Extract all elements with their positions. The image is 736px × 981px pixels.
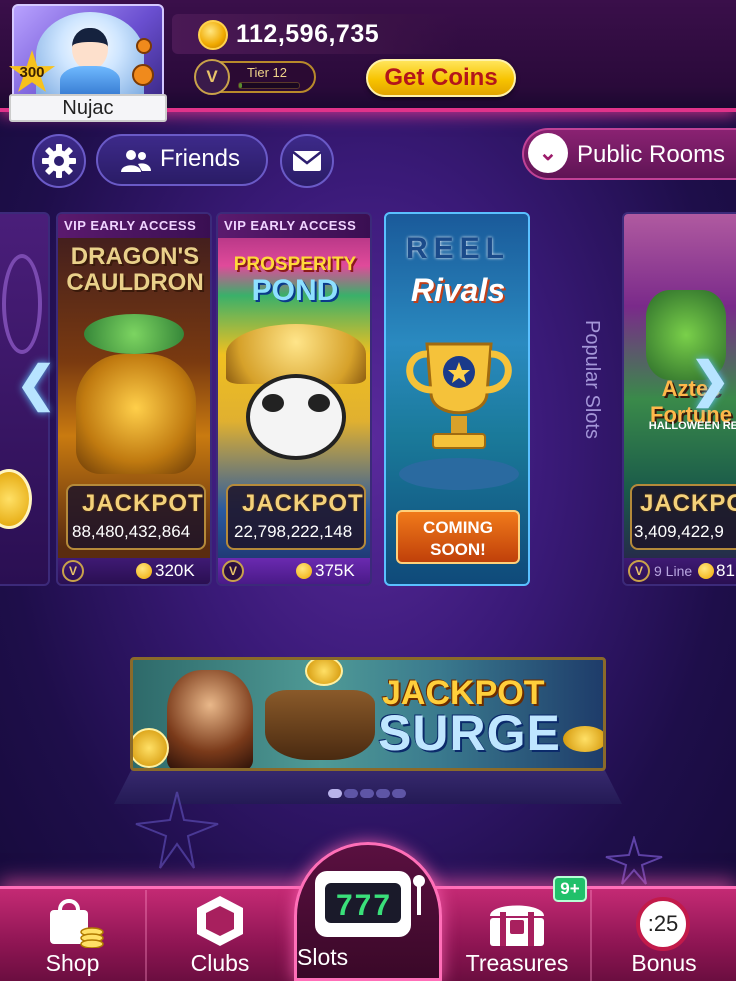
shipwreck-art <box>265 690 375 760</box>
vip-tier-progress-fill <box>239 83 242 88</box>
coin-icon <box>296 563 312 579</box>
clock-icon[interactable]: :25 <box>636 897 690 951</box>
vip-badge-icon: V <box>222 560 244 582</box>
game-title-line2: POND <box>251 274 339 307</box>
nav-clubs[interactable]: Clubs <box>147 886 293 981</box>
coin-icon <box>698 563 714 579</box>
game-card[interactable]: VIP EARLY ACCESS DRAGON'S CAULDRON JACKP… <box>56 212 212 586</box>
jackpot-amount: 88,480,432,864 <box>72 522 191 541</box>
panda-eye-art <box>308 394 330 412</box>
game-card[interactable]: VIP EARLY ACCESS PROSPERITY POND JACKPOT… <box>216 212 372 586</box>
coin-icon <box>198 20 228 50</box>
nav-slots-label: Slots <box>297 944 349 970</box>
banner-pagination[interactable] <box>328 785 408 803</box>
vip-badge-icon: V <box>628 560 650 582</box>
get-coins-button[interactable]: Get Coins <box>366 59 516 97</box>
card-art <box>2 254 42 354</box>
coming-soon-line2: SOON! <box>430 540 486 559</box>
hexagon-icon <box>197 896 243 946</box>
jackpot-label: JACKPOT <box>82 490 204 517</box>
vip-early-access-ribbon: VIP EARLY ACCESS <box>218 214 370 238</box>
pirate-captain-art <box>167 670 253 768</box>
gear-icon <box>42 144 76 178</box>
min-bet: 320K <box>155 561 195 580</box>
game-title-line1: REEL <box>405 232 510 265</box>
slot-reels-text: 777 <box>335 889 393 922</box>
game-subtitle: HALLOWEEN REM <box>648 420 736 432</box>
cauldron-gems-art <box>84 314 184 354</box>
jackpot-label: JACKPOT <box>242 490 364 517</box>
friends-icon <box>121 150 151 172</box>
card-footer: V 375K <box>218 558 370 584</box>
banner-title-line2: SURGE <box>378 705 561 761</box>
jackpot-amount: 22,798,222,148 <box>234 522 353 541</box>
game-title-line2: Rivals <box>410 272 506 308</box>
panda-face-art <box>246 374 346 460</box>
nav-shop[interactable]: Shop <box>0 886 145 981</box>
pumpkin-icon <box>132 64 154 86</box>
banner-page-dot[interactable] <box>344 789 358 798</box>
jackpot-amount: 3,409,422,9 <box>634 522 724 541</box>
banner-page-dot[interactable] <box>376 789 390 798</box>
game-title-line1: PROSPERITY <box>233 254 357 275</box>
pay-lines: 9 Line <box>654 563 693 579</box>
friends-label: Friends <box>160 145 241 172</box>
game-title: DRAGON'S CAULDRON <box>66 243 204 296</box>
public-rooms-label: Public Rooms <box>577 141 726 168</box>
panda-eye-art <box>262 394 284 412</box>
envelope-icon <box>292 151 322 171</box>
sparkle-star-icon <box>605 836 663 885</box>
shopping-bag-icon <box>50 899 104 948</box>
min-bet: 375K <box>315 561 355 580</box>
vip-early-access-ribbon: VIP EARLY ACCESS <box>58 214 210 238</box>
settings-button[interactable] <box>32 134 86 188</box>
pumpkin-icon <box>136 38 152 54</box>
dragon-mask-art <box>76 354 196 474</box>
gold-coin-art <box>563 726 603 752</box>
banner-page-dot[interactable] <box>392 789 406 798</box>
vip-tier-label: Tier 12 <box>247 65 287 80</box>
player-name: Nujac <box>9 94 167 122</box>
nav-bonus-label: Bonus <box>631 950 697 976</box>
player-level: 300 <box>19 64 45 81</box>
coming-soon-line1: COMING <box>423 518 493 537</box>
trophy-icon <box>399 342 519 490</box>
nav-slots[interactable]: 777 Slots <box>294 842 442 981</box>
min-bet: 81 <box>716 561 735 580</box>
chevron-down-icon: ⌄ <box>528 133 568 173</box>
avatar-face <box>72 28 108 70</box>
game-card[interactable]: REEL Rivals COMING SOON! <box>384 212 530 586</box>
coin-balance: 112,596,735 <box>236 20 380 48</box>
banner-page-dot[interactable] <box>328 789 342 798</box>
popular-slots-label: Popular Slots <box>581 320 603 439</box>
nav-shop-label: Shop <box>45 950 100 976</box>
carousel-prev-arrow[interactable]: ❮ <box>16 356 56 412</box>
nav-clubs-label: Clubs <box>190 950 250 976</box>
card-footer: V 320K <box>58 558 210 584</box>
card-footer: V 9 Line 81 <box>624 558 736 584</box>
coin-icon <box>136 563 152 579</box>
treasure-chest-icon <box>490 905 544 946</box>
gold-coin-art <box>133 728 169 768</box>
gold-coin-art <box>305 660 343 686</box>
sparkle-star-icon <box>135 791 219 869</box>
jackpot-label: JACKPOT <box>640 490 736 517</box>
carousel-next-arrow[interactable]: ❯ <box>690 352 730 408</box>
notification-badge: 9+ <box>553 876 587 902</box>
vip-badge-icon: V <box>194 59 230 95</box>
mail-button[interactable] <box>280 134 334 188</box>
card-coin-art <box>0 469 32 529</box>
vip-tier-progress <box>238 82 300 89</box>
vip-badge-icon: V <box>62 560 84 582</box>
banner-page-dot[interactable] <box>360 789 374 798</box>
nav-treasures-label: Treasures <box>465 950 569 976</box>
